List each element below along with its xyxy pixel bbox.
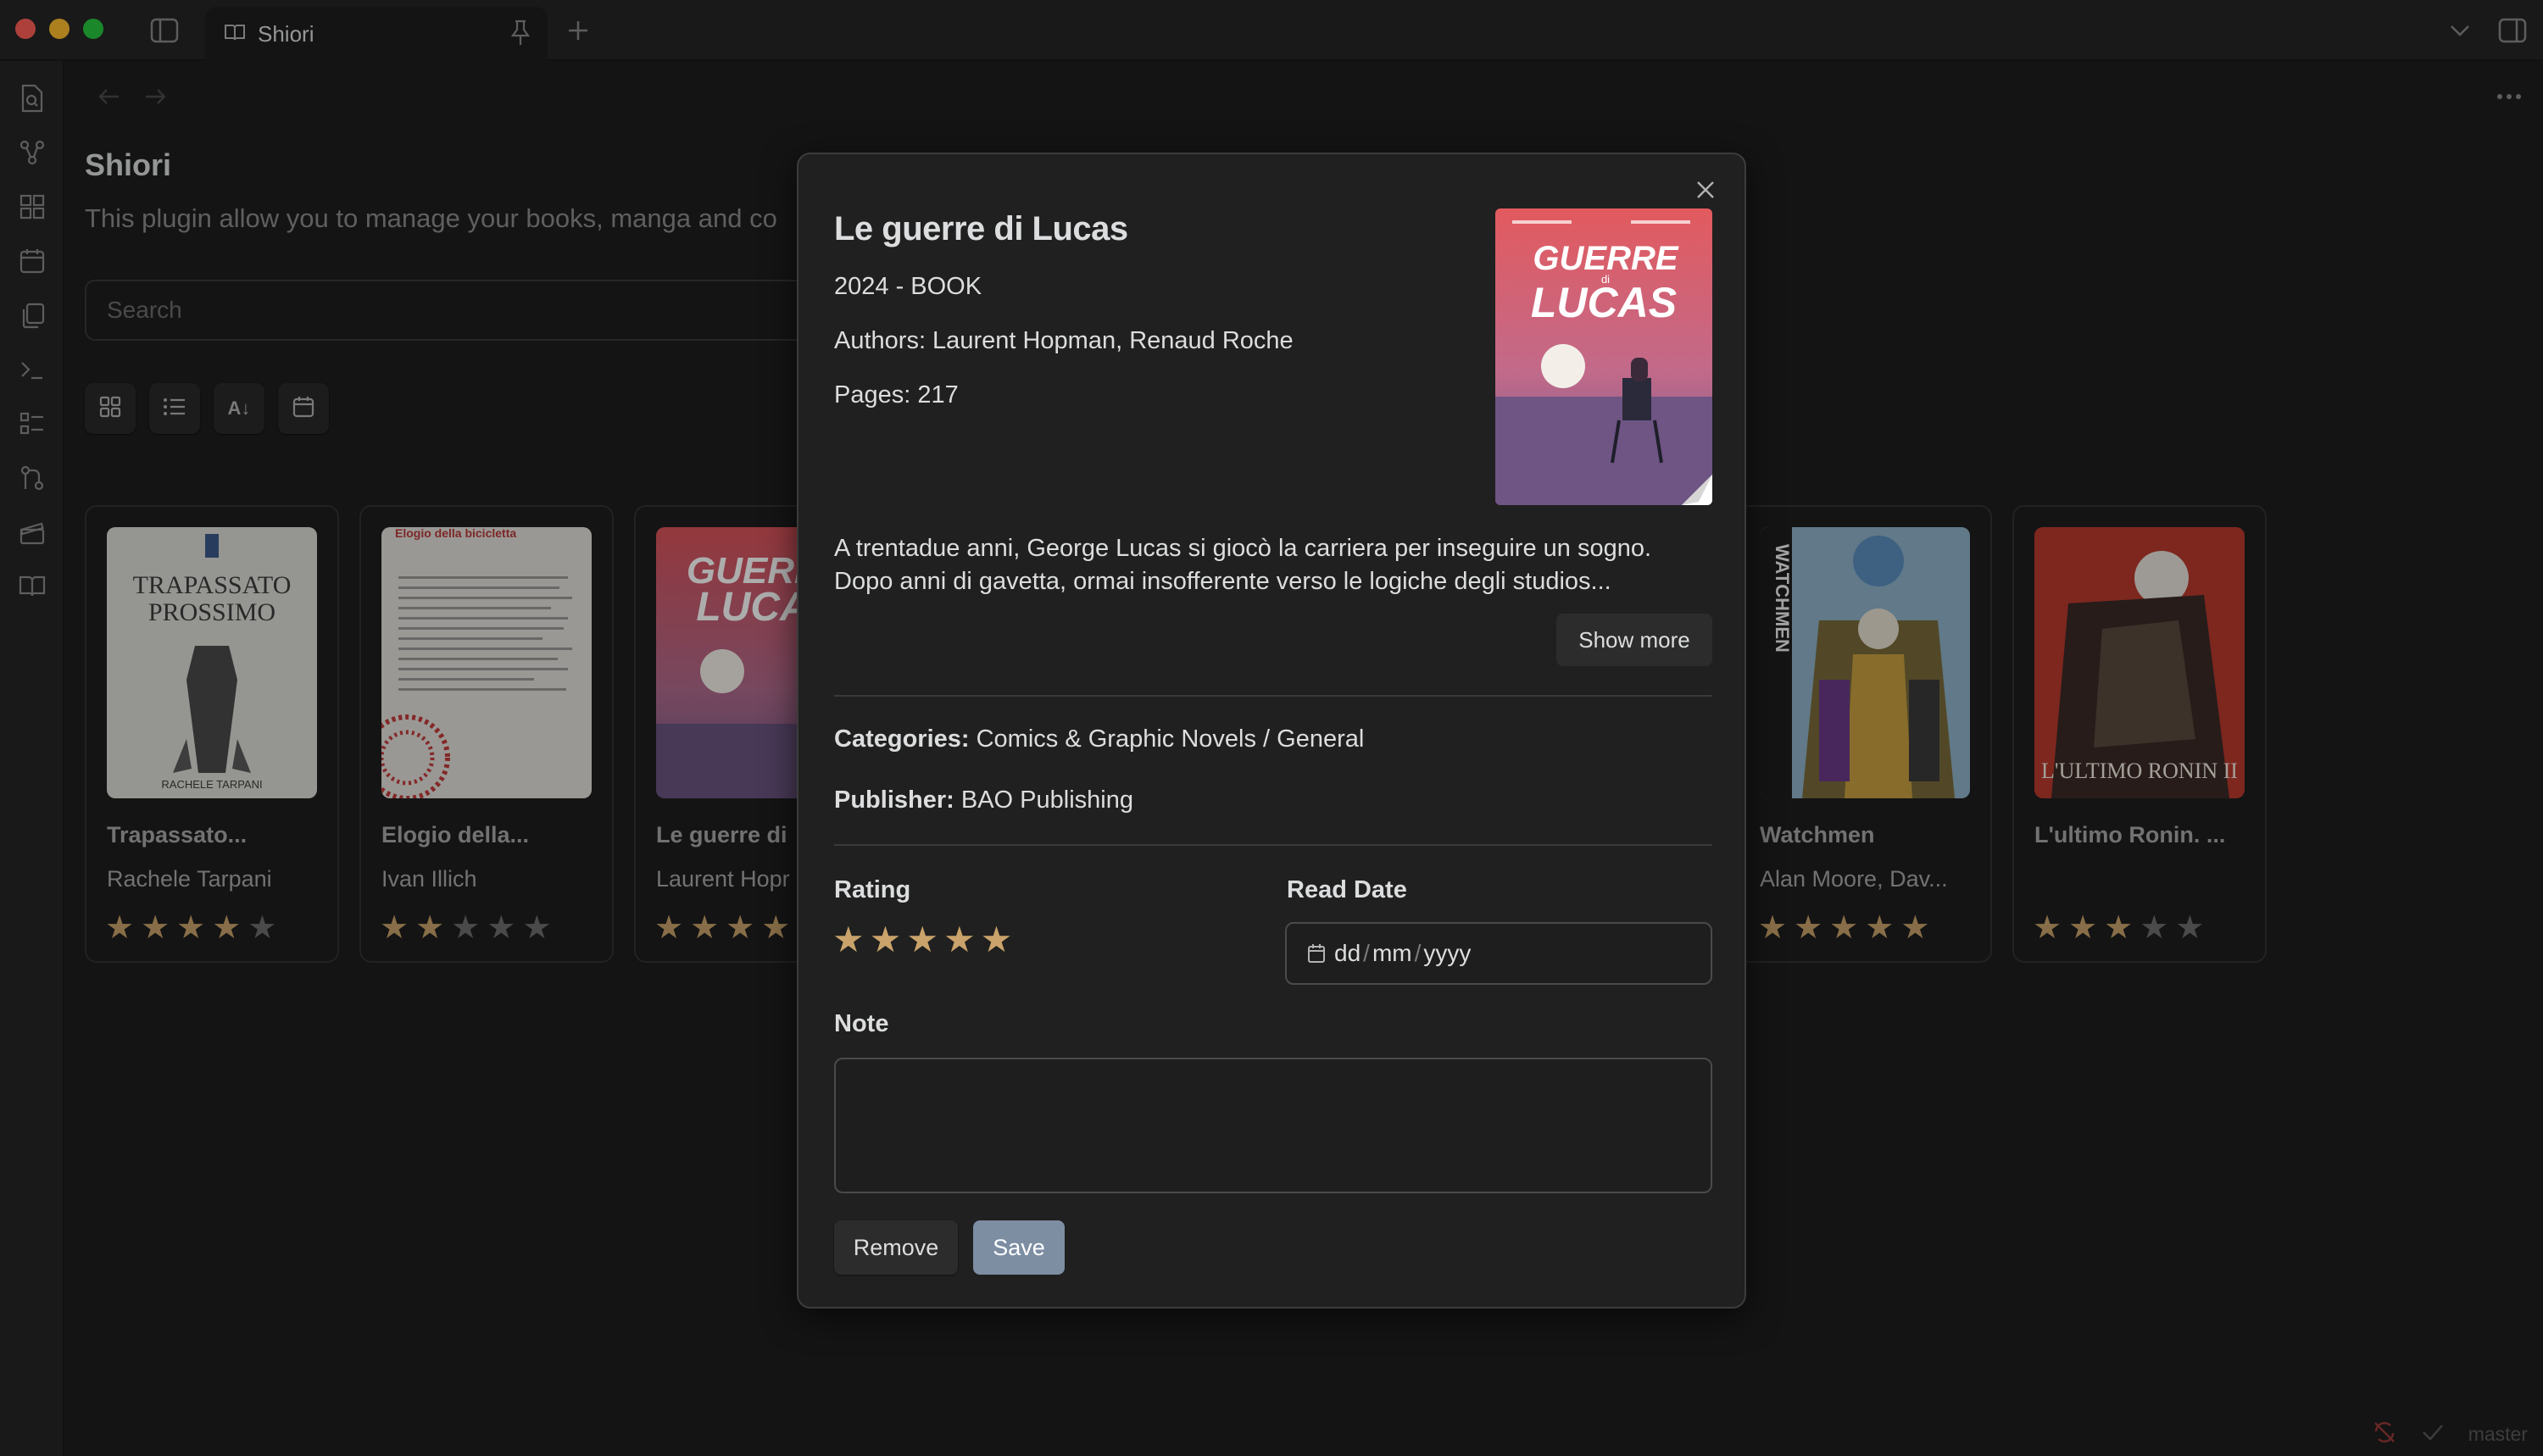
cover-text: GUERRE [1533,240,1678,277]
read-date-input[interactable]: dd / mm / yyyy [1285,922,1712,985]
show-more-button[interactable]: Show more [1556,614,1712,666]
remove-button[interactable]: Remove [834,1220,958,1275]
divider [834,844,1712,846]
book-publisher: Publisher: BAO Publishing [834,786,1133,814]
divider [834,695,1712,697]
rating-input[interactable]: ★ ★ ★ ★ ★ [832,922,1012,958]
calendar-icon[interactable] [1307,943,1326,964]
date-year-field[interactable]: yyyy [1423,940,1471,967]
rating-label: Rating [834,876,911,903]
star-filled-icon[interactable]: ★ [906,922,938,958]
date-day-field[interactable]: dd [1334,940,1361,967]
star-filled-icon[interactable]: ★ [943,922,976,958]
star-filled-icon[interactable]: ★ [832,922,865,958]
star-filled-icon[interactable]: ★ [870,922,902,958]
read-date-label: Read Date [1287,876,1407,903]
book-categories: Categories: Comics & Graphic Novels / Ge… [834,725,1365,753]
book-pages: Pages: 217 [834,381,959,408]
close-icon[interactable] [1689,173,1722,207]
book-year-type: 2024 - BOOK [834,273,982,300]
book-title: Le guerre di Lucas [834,210,1128,247]
book-cover: GUERRE di LUCAS [1495,208,1712,505]
note-label: Note [834,1010,889,1037]
note-textarea[interactable] [834,1058,1712,1193]
book-description: A trentadue anni, George Lucas si giocò … [834,535,1652,595]
book-authors: Authors: Laurent Hopman, Renaud Roche [834,327,1294,354]
book-detail-modal: Le guerre di Lucas 2024 - BOOK Authors: … [797,153,1746,1309]
cover-text: LUCAS [1531,279,1677,326]
date-month-field[interactable]: mm [1372,940,1412,967]
star-filled-icon[interactable]: ★ [981,922,1013,958]
save-button[interactable]: Save [973,1220,1065,1275]
